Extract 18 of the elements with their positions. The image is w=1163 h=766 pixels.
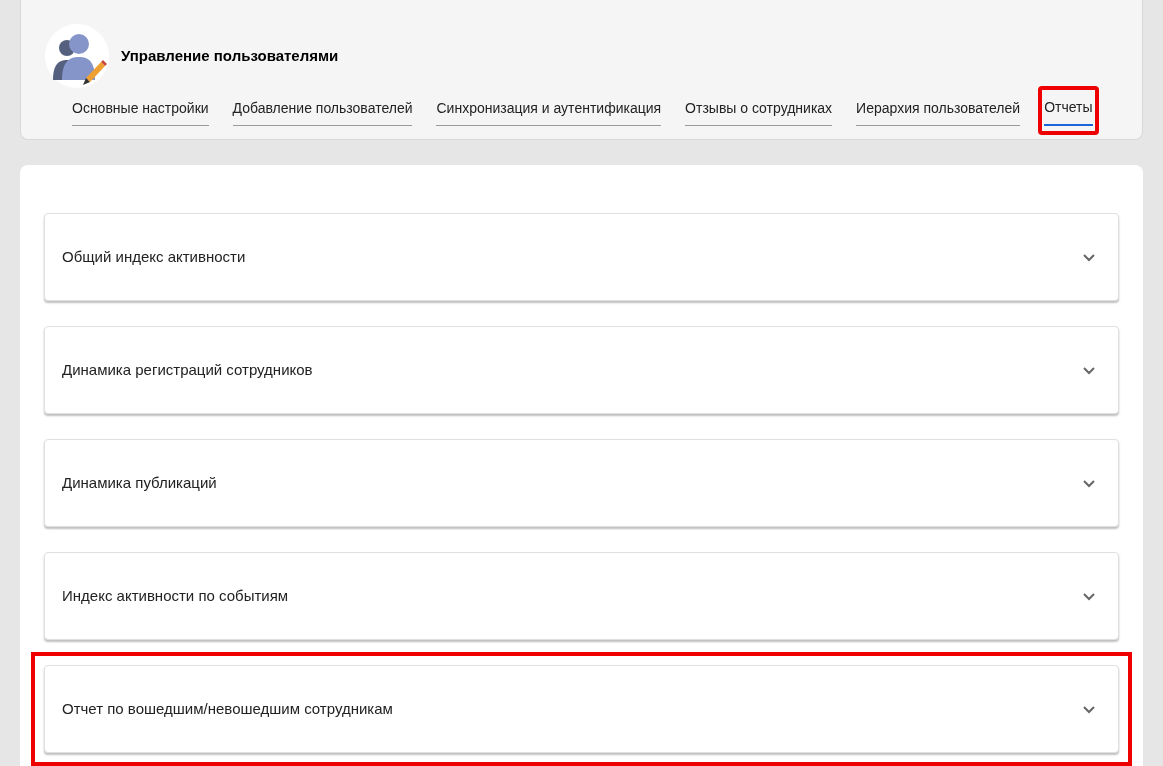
chevron-icon [1082,704,1096,714]
page-title: Управление пользователями [121,45,339,66]
chevron-icon [1082,252,1096,262]
chevron-icon [1082,591,1096,601]
nav-tab[interactable]: Иерархия пользователей [856,97,1021,126]
report-accordion[interactable]: Динамика регистраций сотрудников [44,326,1119,414]
report-accordion[interactable]: Индекс активности по событиям [44,552,1119,640]
report-accordion[interactable]: Отчет по вошедшим/невошедшим сотрудникам [44,665,1119,753]
report-accordion[interactable]: Динамика публикаций [44,439,1119,527]
nav-tab[interactable]: Отчеты [1044,97,1093,126]
nav-tab[interactable]: Добавление пользователей [232,97,413,126]
chevron-icon [1082,478,1096,488]
chevron-icon [1082,365,1096,375]
nav-tab[interactable]: Основные настройки [72,97,209,126]
nav-tab[interactable]: Синхронизация и аутентификация [436,97,662,126]
users-edit-icon [45,24,109,88]
report-accordion[interactable]: Общий индекс активности [44,213,1119,301]
nav-tab[interactable]: Отзывы о сотрудниках [685,97,833,126]
